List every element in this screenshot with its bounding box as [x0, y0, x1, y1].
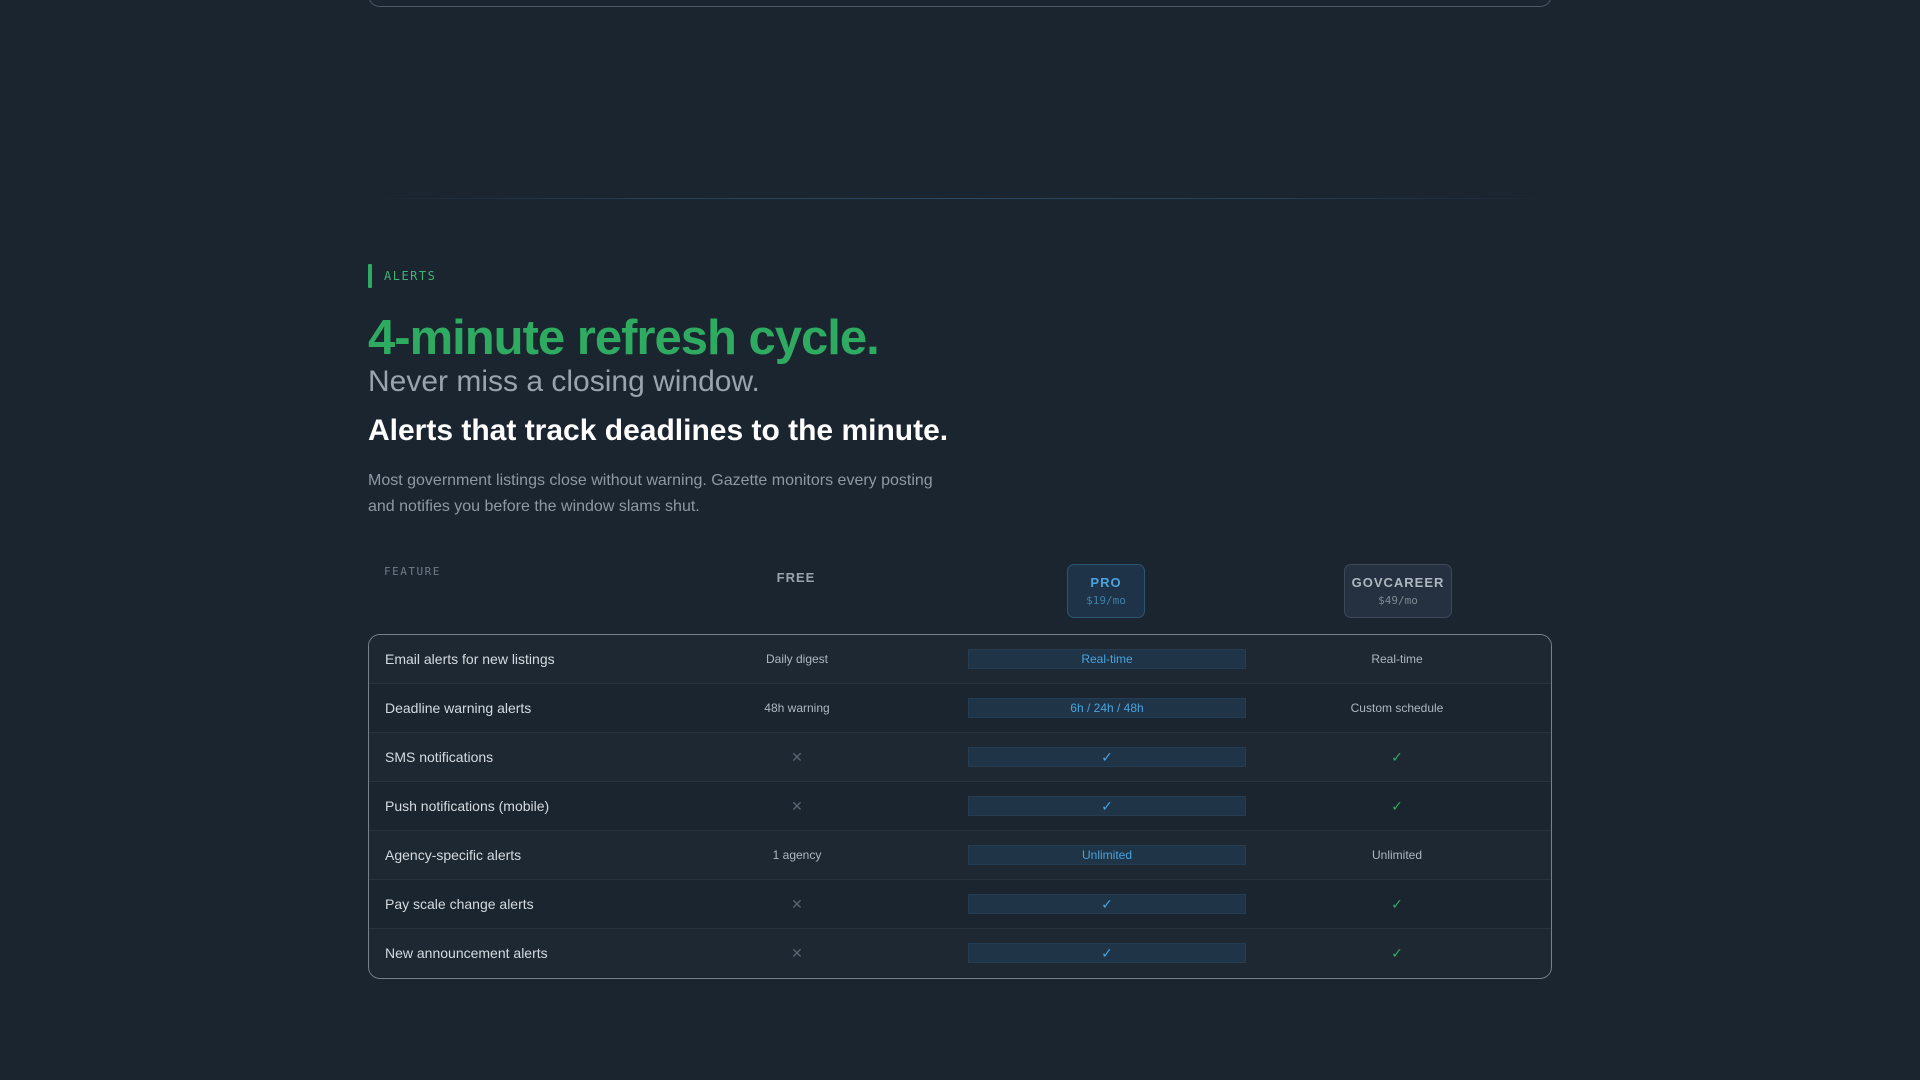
- feature-column-header: FEATURE: [384, 565, 441, 578]
- cell-free: ✕: [697, 733, 897, 781]
- table-row: SMS notifications ✕ ✓ ✓: [369, 732, 1551, 781]
- feature-name: Agency-specific alerts: [385, 847, 522, 863]
- feature-name: Pay scale change alerts: [385, 896, 534, 912]
- x-icon: ✕: [791, 749, 803, 765]
- plan-price-pro: $19/mo: [1086, 594, 1126, 607]
- cell-gov: ✓: [1297, 782, 1497, 830]
- cell-value: Custom schedule: [1350, 701, 1444, 715]
- table-row: Pay scale change alerts ✕ ✓ ✓: [369, 879, 1551, 928]
- cell-gov: Custom schedule: [1297, 684, 1497, 732]
- check-icon: ✓: [1101, 798, 1113, 814]
- feature-name: New announcement alerts: [385, 945, 548, 961]
- cell-pro: Unlimited: [968, 831, 1246, 879]
- pro-highlight-band: ✓: [968, 796, 1246, 816]
- cell-pro: Real-time: [968, 635, 1246, 683]
- plan-header-pro[interactable]: PRO $19/mo: [1067, 564, 1145, 618]
- section-headline: 4-minute refresh cycle.: [368, 311, 880, 365]
- section-eyebrow: ALERTS: [368, 264, 1552, 288]
- pro-highlight-band: 6h / 24h / 48h: [968, 698, 1246, 718]
- plan-header-row: FEATURE FREE PRO $19/mo GOVCAREER $49/mo: [368, 562, 1552, 622]
- plan-header-govcareer[interactable]: GOVCAREER $49/mo: [1344, 564, 1452, 618]
- x-icon: ✕: [791, 896, 803, 912]
- section-subhead: Never miss a closing window.: [368, 365, 760, 398]
- cell-gov: ✓: [1297, 929, 1497, 977]
- cell-free: Daily digest: [697, 635, 897, 683]
- cell-value: 1 agency: [772, 848, 822, 862]
- plan-name-govcareer: GOVCAREER: [1351, 575, 1445, 590]
- pro-highlight-band: ✓: [968, 894, 1246, 914]
- plan-name-pro: PRO: [1090, 575, 1122, 590]
- table-row: Deadline warning alerts 48h warning 6h / 2…: [369, 683, 1551, 732]
- x-icon: ✕: [791, 798, 803, 814]
- cell-value: 48h warning: [764, 701, 830, 715]
- table-row: Push notifications (mobile) ✕ ✓ ✓: [369, 781, 1551, 830]
- feature-name: Email alerts for new listings: [385, 651, 555, 667]
- cell-pro: ✓: [968, 880, 1246, 928]
- plan-header-free: FREE: [776, 570, 816, 585]
- feature-comparison-table: Email alerts for new listings Daily diges…: [368, 634, 1552, 979]
- feature-name: Deadline warning alerts: [385, 700, 532, 716]
- cell-value: Daily digest: [765, 652, 829, 666]
- table-row: Email alerts for new listings Daily diges…: [369, 635, 1551, 683]
- check-icon: ✓: [1391, 945, 1403, 961]
- previous-section-card: [368, 0, 1552, 7]
- pro-highlight-band: ✓: [968, 943, 1246, 963]
- check-icon: ✓: [1391, 798, 1403, 814]
- cell-gov: Real-time: [1297, 635, 1497, 683]
- check-icon: ✓: [1391, 749, 1403, 765]
- cell-gov: ✓: [1297, 880, 1497, 928]
- eyebrow-label: ALERTS: [384, 269, 437, 283]
- cell-free: ✕: [697, 929, 897, 977]
- table-row: Agency-specific alerts 1 agency Unlimited U…: [369, 830, 1551, 879]
- cell-free: ✕: [697, 880, 897, 928]
- cell-gov: Unlimited: [1297, 831, 1497, 879]
- cell-pro: 6h / 24h / 48h: [968, 684, 1246, 732]
- check-icon: ✓: [1101, 749, 1113, 765]
- cell-pro: ✓: [968, 929, 1246, 977]
- pro-highlight-band: Real-time: [968, 649, 1246, 669]
- section-body: Most government listings close without w…: [368, 472, 933, 515]
- table-row: New announcement alerts ✕ ✓ ✓: [369, 928, 1551, 977]
- check-icon: ✓: [1391, 896, 1403, 912]
- cell-value: 6h / 24h / 48h: [1070, 701, 1144, 715]
- pro-highlight-band: Unlimited: [968, 845, 1246, 865]
- section-title: Alerts that track deadlines to the minut…: [368, 414, 949, 447]
- plan-price-govcareer: $49/mo: [1378, 594, 1418, 607]
- feature-name: SMS notifications: [385, 749, 494, 765]
- eyebrow-accent-bar: [368, 264, 372, 288]
- cell-value: Real-time: [1371, 652, 1423, 666]
- alerts-section: ALERTS 4-minute refresh cycle. Never mis…: [368, 264, 1552, 520]
- cell-gov: ✓: [1297, 733, 1497, 781]
- check-icon: ✓: [1101, 896, 1113, 912]
- cell-free: 48h warning: [697, 684, 897, 732]
- section-divider: [368, 198, 1552, 199]
- cell-value: Unlimited: [1371, 848, 1422, 862]
- feature-name: Push notifications (mobile): [385, 798, 550, 814]
- check-icon: ✓: [1101, 945, 1113, 961]
- cell-pro: ✓: [968, 782, 1246, 830]
- cell-free: ✕: [697, 782, 897, 830]
- cell-value: Real-time: [1081, 652, 1133, 666]
- cell-free: 1 agency: [697, 831, 897, 879]
- cell-value: Unlimited: [1081, 848, 1132, 862]
- pro-highlight-band: ✓: [968, 747, 1246, 767]
- x-icon: ✕: [791, 945, 803, 961]
- cell-pro: ✓: [968, 733, 1246, 781]
